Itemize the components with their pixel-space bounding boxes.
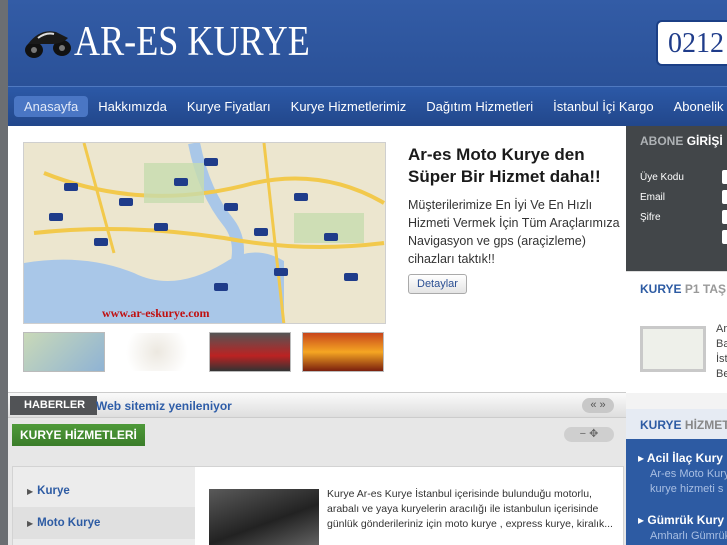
motorcycle-logo-icon <box>25 31 71 58</box>
arrow-right-icon: ▶ <box>27 519 34 528</box>
thumbnail-package[interactable] <box>116 332 198 372</box>
thumbnail-motorcycle[interactable] <box>209 332 291 372</box>
kurye-p1-title-bold: KURYE <box>640 282 682 296</box>
kurye-services-header: KURYE HİZMET <box>626 409 727 439</box>
service-link-gumruk[interactable]: ▸ Gümrük Kury <box>638 513 724 527</box>
certificate-text: Ar Ba İst Be <box>716 322 727 382</box>
services-section: KURYE HİZMETLERİ − ✥ ▶ Kurye ▶ Moto Kurye … <box>8 418 626 545</box>
cert-line: İst <box>716 353 727 365</box>
news-headline[interactable]: Web sitemiz yenileniyor <box>96 399 232 413</box>
password-label: Şifre <box>640 212 661 223</box>
services-tab[interactable]: KURYE HİZMETLERİ <box>12 424 145 446</box>
kurye-services-title: KURYE HİZMET <box>640 418 727 432</box>
page: AR-ES KURYE 0212 3 Anasayfa Hakkımızda K… <box>8 0 727 545</box>
member-code-label: Üye Kodu <box>640 172 684 183</box>
service-link-acil-ilac[interactable]: ▸ Acil İlaç Kury <box>638 451 723 465</box>
services-box: ▶ Kurye ▶ Moto Kurye Kurye Ar-es Kurye İst… <box>12 466 624 545</box>
services-menu-moto-kurye[interactable]: ▶ Moto Kurye <box>13 507 195 539</box>
email-label: Email <box>640 192 666 203</box>
password-input[interactable] <box>722 210 727 224</box>
kurye-services-panel: KURYE HİZMET ▸ Acil İlaç Kury Ar-es Moto… <box>626 409 727 545</box>
service-acil-ilac-desc2: kurye hizmeti s <box>650 483 724 495</box>
kurye-p1-panel: KURYE P1 TAŞ Ar Ba İst Be <box>626 271 727 393</box>
service-gumruk-desc: Amharlı Gümrük <box>650 530 727 542</box>
kurye-p1-title-light: P1 TAŞ <box>684 282 727 296</box>
map-url-caption: www.ar-eskurye.com <box>102 306 210 320</box>
motorcycle-photo <box>209 489 319 545</box>
nav-item-kurye-hizmetlerimiz[interactable]: Kurye Hizmetlerimiz <box>281 96 417 117</box>
slider-thumbnails <box>23 332 395 372</box>
thumbnail-map[interactable] <box>23 332 105 372</box>
right-sidebar: ABONE GİRİŞİ Üye Kodu Email Şifre KURYE … <box>626 126 727 545</box>
service-acil-ilac-desc: Ar-es Moto Kury <box>650 468 727 480</box>
cert-line: Ba <box>716 338 727 350</box>
phone-box: 0212 3 <box>656 20 727 66</box>
site-header: AR-ES KURYE 0212 3 <box>8 0 727 86</box>
service-gumruk-label: Gümrük Kury <box>647 513 725 527</box>
nav-item-anasayfa[interactable]: Anasayfa <box>14 96 89 117</box>
kurye-p1-title: KURYE P1 TAŞ <box>640 282 726 296</box>
nav-item-abonelik[interactable]: Abonelik <box>664 96 727 117</box>
site-logo-text[interactable]: AR-ES KURYE <box>74 18 310 66</box>
news-prev-next-controls[interactable]: « » <box>582 398 614 413</box>
services-menu-moto-kurye-label: Moto Kurye <box>37 517 101 529</box>
nav-item-dagitim-hizmetleri[interactable]: Dağıtım Hizmetleri <box>416 96 543 117</box>
kurye-services-title-bold: KURYE <box>640 418 682 432</box>
login-button[interactable] <box>722 230 727 244</box>
services-controls[interactable]: − ✥ <box>564 427 614 442</box>
kurye-services-title-light: HİZMET <box>684 418 727 432</box>
feature-slider: www.ar-eskurye.com Ar-es Moto Kurye den … <box>8 126 626 392</box>
news-label: HABERLER <box>10 396 98 415</box>
services-menu-kurye[interactable]: ▶ Kurye <box>13 475 195 507</box>
subscriber-title-bold: GİRİŞİ <box>686 134 723 148</box>
phone-number: 0212 3 <box>668 28 727 59</box>
nav-item-hakkimizda[interactable]: Hakkımızda <box>88 96 177 117</box>
istanbul-map-image[interactable]: www.ar-eskurye.com <box>23 142 386 324</box>
arrow-right-icon: ▶ <box>27 487 34 496</box>
email-input[interactable] <box>722 190 727 204</box>
details-button[interactable]: Detaylar <box>408 274 467 294</box>
feature-title: Ar-es Moto Kurye den Süper Bir Hizmet da… <box>408 145 601 186</box>
nav-item-istanbul-ici-kargo[interactable]: İstanbul İçi Kargo <box>543 96 663 117</box>
cert-line: Be <box>716 368 727 380</box>
thumbnail-courier[interactable] <box>302 332 384 372</box>
subscriber-title-light: ABONE <box>640 134 684 148</box>
services-menu-kurye-label: Kurye <box>37 485 70 497</box>
news-ticker: HABERLER Web sitemiz yenileniyor « » <box>8 392 626 418</box>
subscriber-login-title: ABONE GİRİŞİ <box>640 134 723 148</box>
feature-description: Müşterilerimize En İyi Ve En Hızlı Hizme… <box>408 198 620 266</box>
map-graphic <box>24 143 385 323</box>
services-menu: ▶ Kurye ▶ Moto Kurye <box>13 467 195 545</box>
service-acil-ilac-label: Acil İlaç Kury <box>646 451 723 465</box>
certificate-image[interactable] <box>640 326 706 372</box>
nav-item-kurye-fiyatlari[interactable]: Kurye Fiyatları <box>177 96 281 117</box>
member-code-input[interactable] <box>722 170 727 184</box>
main-nav: Anasayfa Hakkımızda Kurye Fiyatları Kury… <box>8 86 727 126</box>
cert-line: Ar <box>716 323 727 335</box>
services-description: Kurye Ar-es Kurye İstanbul içerisinde bu… <box>327 488 613 530</box>
